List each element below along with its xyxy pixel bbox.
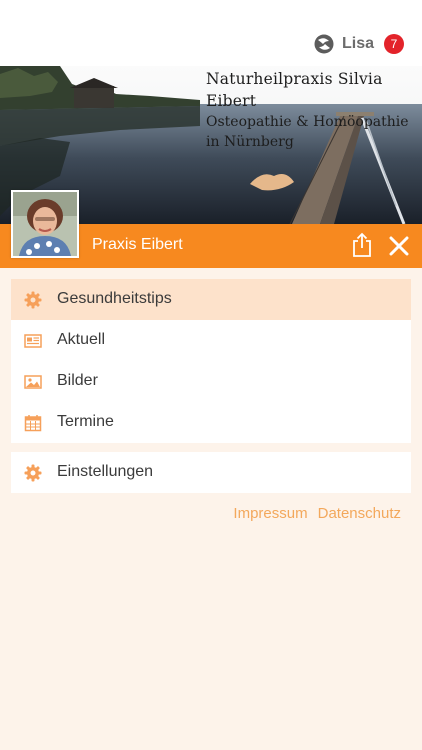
top-bar: Lisa 7 [0,0,422,66]
banner-subtitle-line1: Osteopathie & Homöopathie [206,114,409,130]
gear-icon [24,291,42,309]
close-icon [389,236,409,256]
banner-text: Naturheilpraxis Silvia Eibert Osteopathi… [206,68,420,152]
impressum-link[interactable]: Impressum [233,505,307,522]
menu-item-termine[interactable]: Termine [11,402,411,443]
menu-item-label: Gesundheitstips [57,290,172,307]
banner-title: Naturheilpraxis Silvia Eibert [206,70,383,110]
image-icon [24,373,42,391]
close-button[interactable] [388,235,410,257]
newspaper-icon [24,332,42,350]
portrait-photo [13,192,77,256]
footer-links: Impressum Datenschutz [233,505,401,522]
menu-item-label: Aktuell [57,331,106,348]
menu-item-label: Einstellungen [57,463,154,480]
notification-badge[interactable]: 7 [384,34,404,54]
datenschutz-link[interactable]: Datenschutz [318,505,401,522]
profile-avatar [11,190,79,258]
menu-item-label: Bilder [57,372,98,389]
user-name: Lisa [341,35,374,52]
menu-item-label: Termine [57,413,114,430]
main-menu: Gesundheitstips Aktuell Bilder Termine [11,279,411,443]
practice-title: Praxis Eibert [92,236,183,253]
calendar-icon [24,414,42,432]
settings-menu: Einstellungen [11,452,411,493]
menu-item-gesundheitstips[interactable]: Gesundheitstips [11,279,411,320]
banner-subtitle-line2: in Nürnberg [206,134,294,150]
share-icon [353,232,371,257]
share-button[interactable] [350,232,374,258]
profile-swirl-icon [314,34,334,54]
menu-item-bilder[interactable]: Bilder [11,361,411,402]
menu-item-einstellungen[interactable]: Einstellungen [11,452,411,493]
menu-item-aktuell[interactable]: Aktuell [11,320,411,361]
gear-icon [24,464,42,482]
user-account[interactable]: Lisa 7 [314,32,404,56]
